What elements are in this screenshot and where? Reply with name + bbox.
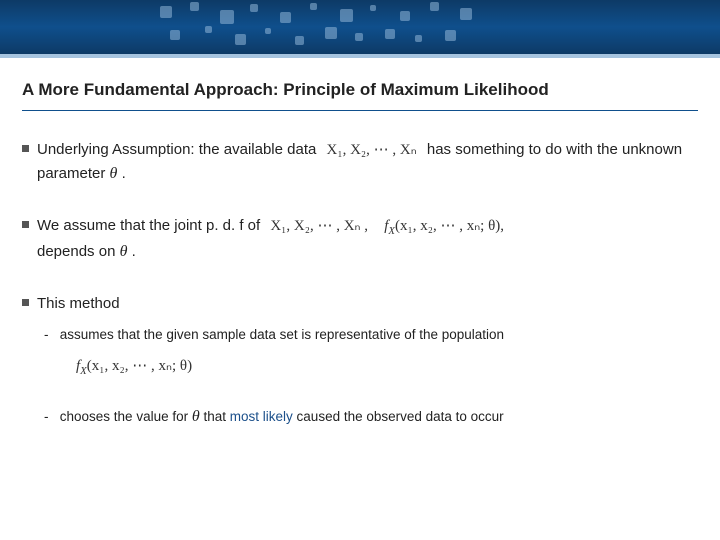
bullet-3: This method xyxy=(22,293,698,315)
sub-item-2: - chooses the value for θ that most like… xyxy=(44,405,698,429)
bullet-1: Underlying Assumption: the available dat… xyxy=(22,139,698,185)
theta-symbol: θ xyxy=(120,243,128,260)
sub-item-1: - assumes that the given sample data set… xyxy=(44,325,698,379)
text: depends on xyxy=(37,243,120,260)
sub-list: - assumes that the given sample data set… xyxy=(44,325,698,429)
bullet-icon xyxy=(22,299,29,306)
bullet-icon xyxy=(22,145,29,152)
text: . xyxy=(122,165,126,182)
math-sequence: X₁, X₂, ⋯ , Xₙ , xyxy=(264,218,374,234)
formula-args: (x₁, x₂, ⋯ , xₙ; θ) xyxy=(87,358,192,374)
emphasis: most likely xyxy=(230,409,293,424)
text: that xyxy=(203,409,229,424)
pdf-func: fX(x₁, x₂, ⋯ , xₙ; θ), xyxy=(378,218,510,234)
formula-sub: X xyxy=(80,365,87,377)
text: chooses the value for xyxy=(60,409,192,424)
slide-body: A More Fundamental Approach: Principle o… xyxy=(0,58,720,429)
math-sequence: X₁, X₂, ⋯ , Xₙ xyxy=(321,142,423,158)
theta-symbol: θ xyxy=(192,408,200,425)
text: . xyxy=(132,243,136,260)
bullet-2: We assume that the joint p. d. f of X₁, … xyxy=(22,215,698,263)
theta-symbol: θ xyxy=(110,165,118,182)
text: This method xyxy=(37,293,698,315)
text: assumes that the given sample data set i… xyxy=(60,327,504,342)
pdf-sub: X xyxy=(388,225,395,237)
text: We assume that the joint p. d. f of xyxy=(37,217,264,234)
formula: fX(x₁, x₂, ⋯ , xₙ; θ) xyxy=(76,355,698,379)
slide-title: A More Fundamental Approach: Principle o… xyxy=(22,80,698,111)
pdf-args: (x₁, x₂, ⋯ , xₙ; θ), xyxy=(395,218,504,234)
banner-pattern xyxy=(150,0,570,54)
text: Underlying Assumption: the available dat… xyxy=(37,141,321,158)
bullet-icon xyxy=(22,221,29,228)
header-banner xyxy=(0,0,720,54)
text: caused the observed data to occur xyxy=(297,409,504,424)
